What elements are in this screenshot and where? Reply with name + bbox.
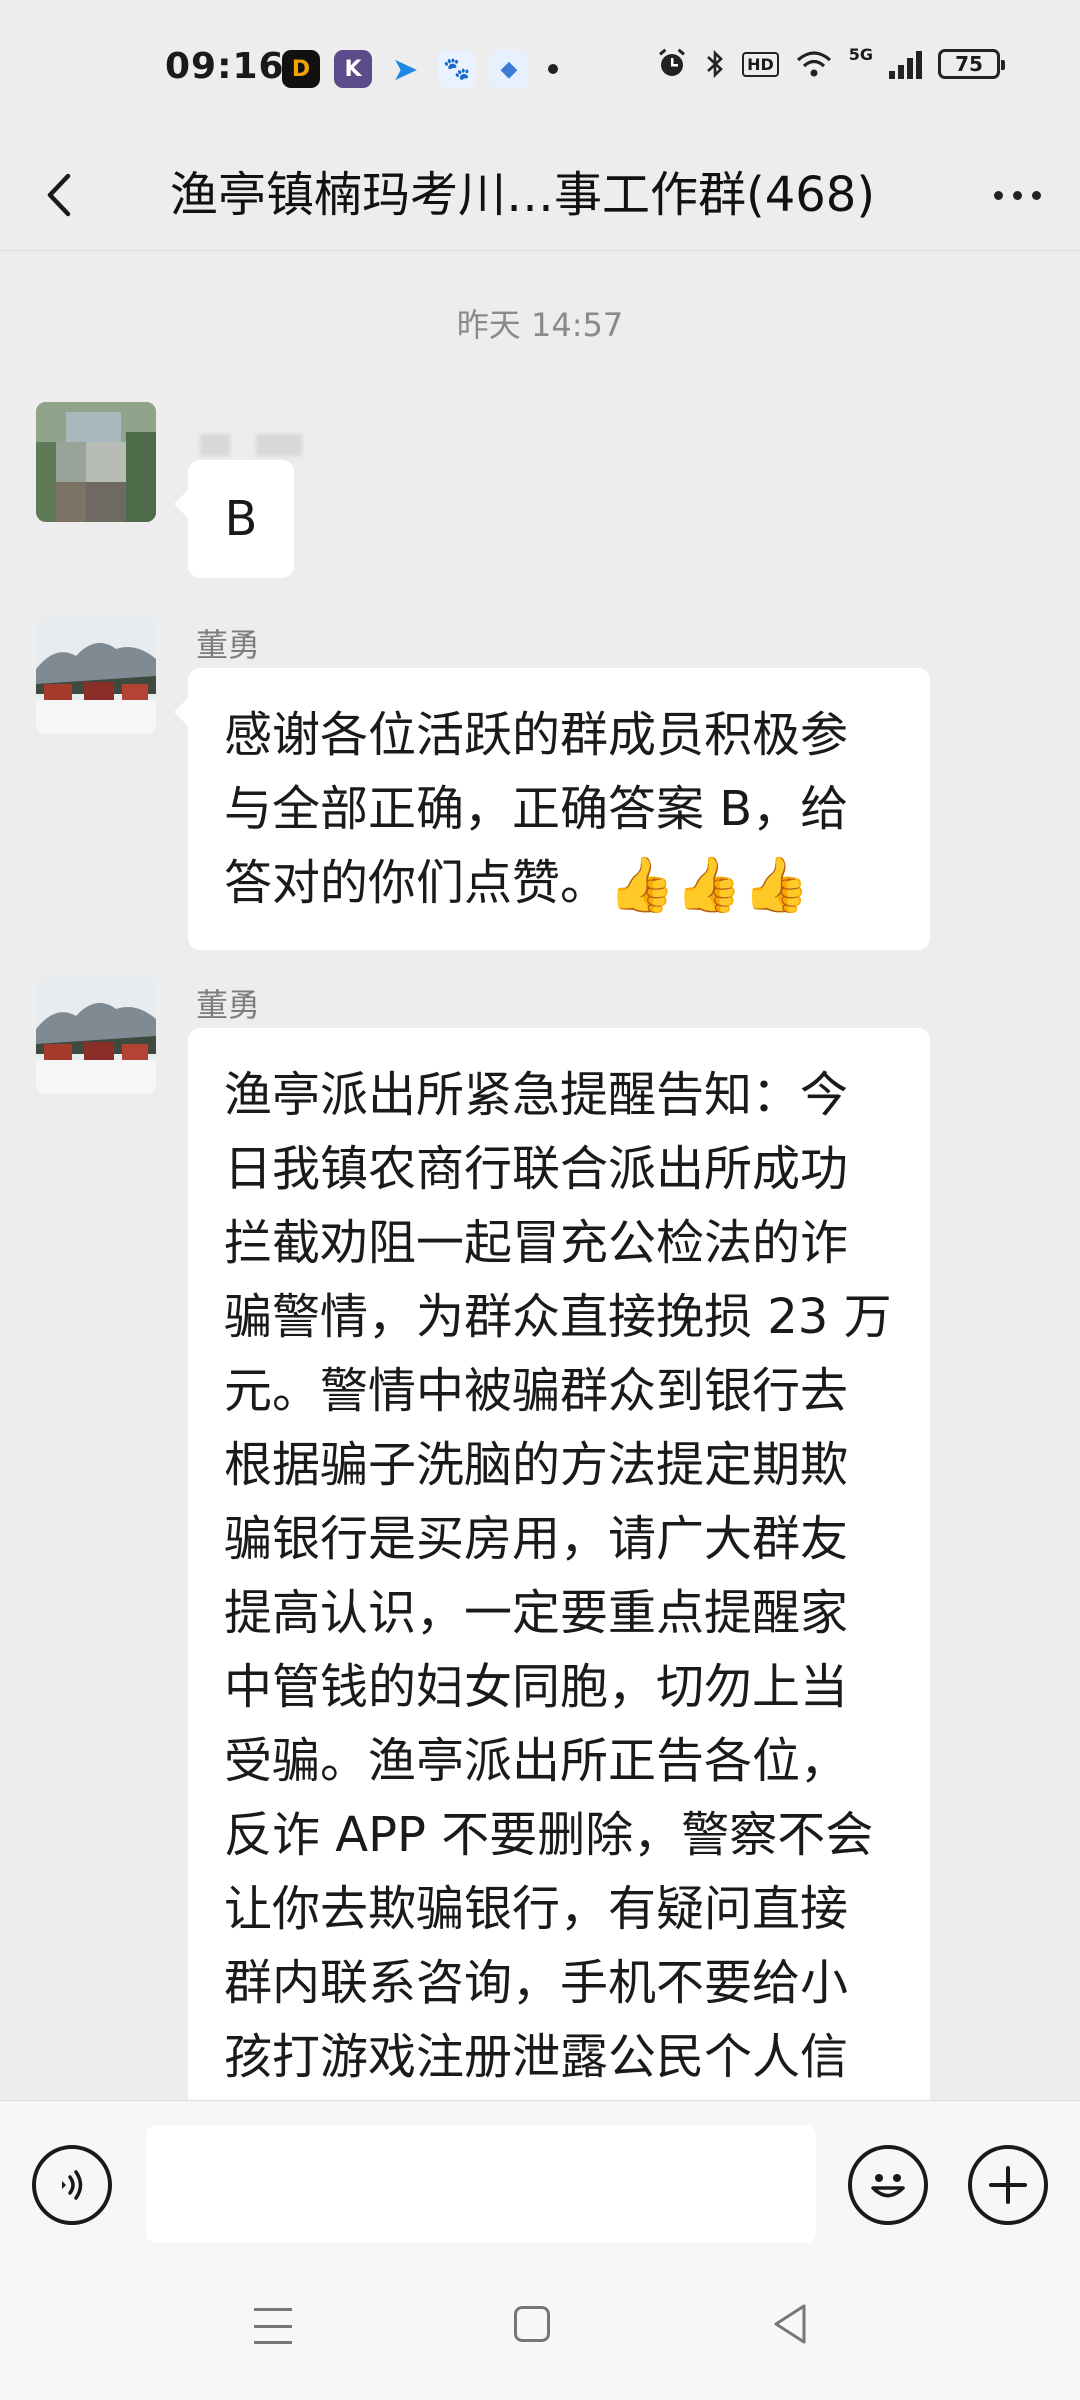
thumbs-up-emoji: 👍👍👍 [608,853,810,916]
home-icon[interactable] [514,2306,550,2342]
snowy-mountain-avatar-image [36,614,156,734]
notification-icons: D K ➤ 🐾 ◆ [282,50,558,88]
plus-icon [989,2166,1027,2204]
chat-input-bar [0,2100,1080,2261]
chat-title: 渔亭镇楠玛考川…事工作群(468) [170,167,876,223]
battery-icon: 75 [938,49,1005,79]
status-bar: 09:16 D K ➤ 🐾 ◆ HD 5G 75 [0,0,1080,140]
message-text: B [224,491,258,547]
avatar[interactable] [36,402,156,522]
voice-wave-icon [62,2170,83,2200]
message-text: 渔亭派出所紧急提醒告知：今日我镇农商行联合派出所成功拦截劝阻一起冒充公检法的诈骗… [224,1067,892,2085]
voice-input-button[interactable] [32,2145,112,2225]
app-notification-icon: ◆ [490,50,528,88]
message-bubble[interactable]: 感谢各位活跃的群成员积极参与全部正确，正确答案 B，给答对的你们点赞。👍👍👍 [174,668,930,950]
recent-apps-icon[interactable] [254,2308,292,2344]
signal-strength-icon [889,49,922,79]
sender-name: 董勇 [196,986,261,1024]
message-bubble[interactable]: 渔亭派出所紧急提醒告知：今日我镇农商行联合派出所成功拦截劝阻一起冒充公检法的诈骗… [188,1028,930,2108]
more-options-icon[interactable] [982,170,1052,220]
app-notification-icon: K [334,50,372,88]
app-notification-icon: D [282,50,320,88]
app-notification-icon: 🐾 [438,50,476,88]
system-navigation-bar [0,2260,1080,2400]
snowy-mountain-avatar-image [36,974,156,1094]
alarm-icon [659,48,686,76]
blurred-sender-name [200,425,320,465]
app-notification-icon: ➤ [391,50,419,88]
more-notifications-dot-icon [548,64,558,74]
chat-header: 渔亭镇楠玛考川…事工作群(468) [0,140,1080,251]
avatar[interactable] [36,614,156,734]
back-arrow-icon[interactable] [36,170,86,220]
bluetooth-icon [707,49,723,79]
network-type-label: 5G [848,44,873,64]
message-bubble[interactable]: B [174,460,294,578]
emoji-button[interactable] [848,2145,928,2225]
back-triangle-icon[interactable] [770,2302,810,2346]
wifi-icon [796,51,831,77]
blurred-avatar-image [36,402,156,522]
avatar[interactable] [36,974,156,1094]
status-time: 09:16 [165,46,285,87]
hd-voice-icon: HD [742,51,779,77]
smiley-face-icon [871,2174,905,2198]
message-input[interactable] [146,2125,816,2243]
sender-name: 董勇 [196,626,261,664]
more-functions-button[interactable] [968,2145,1048,2225]
message-timestamp: 昨天 14:57 [456,306,624,344]
system-status-icons: HD 5G 75 [656,44,1005,80]
